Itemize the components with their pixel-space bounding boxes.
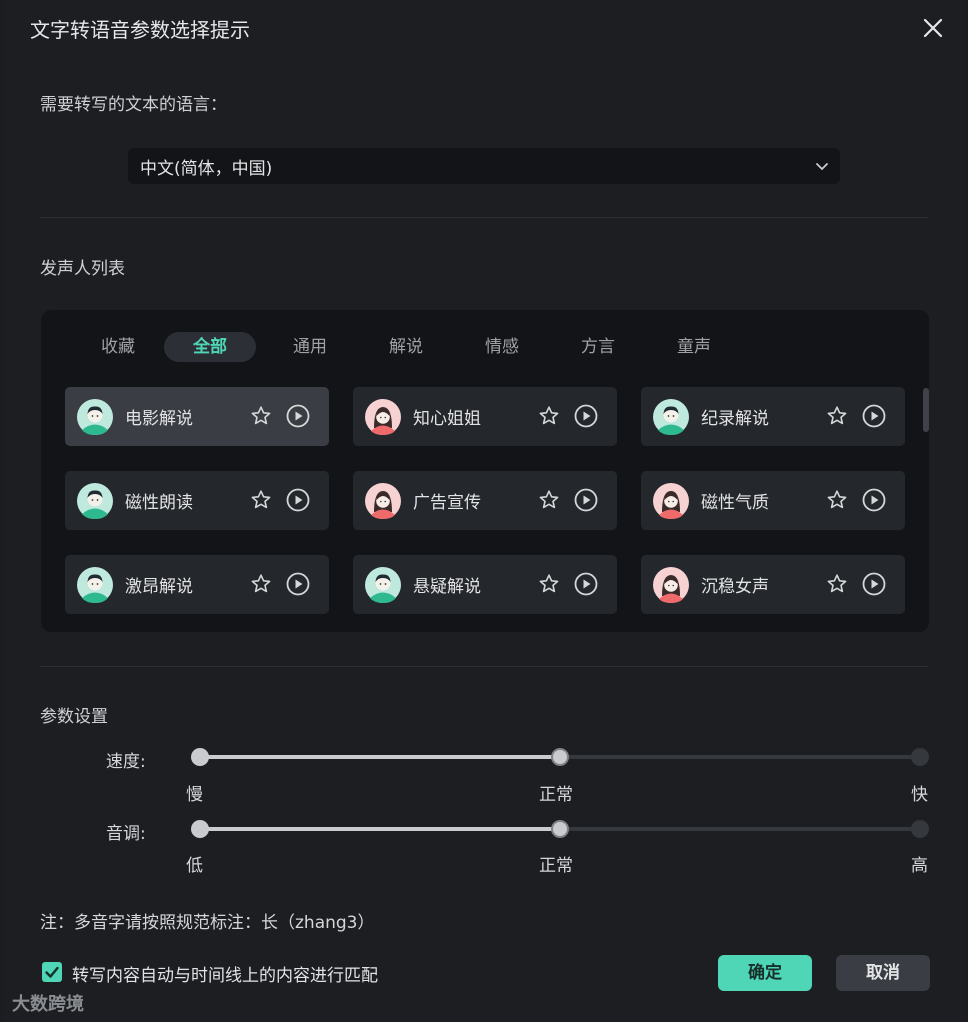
pitch-label: 音调: [106,824,146,844]
speed-mid-label: 正常 [539,785,573,805]
speaker-name: 磁性朗读 [125,493,193,513]
tab-all[interactable]: 全部 [164,332,256,362]
pitch-max-label: 高 [911,856,928,876]
speaker-name: 磁性气质 [701,493,769,513]
favorite-star-icon[interactable] [249,488,273,512]
speaker-name: 电影解说 [125,409,193,429]
speed-min-label: 慢 [186,785,203,805]
cancel-button[interactable]: 取消 [836,955,930,991]
speaker-card[interactable]: 磁性气质 [641,471,905,530]
speed-min-marker [191,748,209,766]
auto-match-label: 转写内容自动与时间线上的内容进行匹配 [72,966,378,986]
pitch-slider-handle[interactable] [551,820,569,838]
female-avatar-icon [653,567,689,603]
tab-emotion[interactable]: 情感 [479,332,525,362]
male-avatar-icon [77,483,113,519]
auto-match-checkbox[interactable] [42,962,62,982]
play-preview-icon[interactable] [861,403,887,429]
male-avatar-icon [653,399,689,435]
speaker-panel: 收藏 全部 通用 解说 情感 方言 童声 电影解说 知心姐姐 纪录解说磁性朗读 广告宣… [41,310,929,632]
speaker-card[interactable]: 知心姐姐 [353,387,617,446]
favorite-star-icon[interactable] [249,404,273,428]
pitch-min-marker [191,820,209,838]
speaker-card[interactable]: 广告宣传 [353,471,617,530]
speakers-label: 发声人列表 [40,259,125,279]
speaker-name: 知心姐姐 [413,409,481,429]
tts-params-dialog: 文字转语音参数选择提示 需要转写的文本的语言： 中文(简体，中国) 发声人列表 … [4,0,964,1022]
tab-favorites[interactable]: 收藏 [95,332,141,362]
play-preview-icon[interactable] [861,487,887,513]
speed-slider-handle[interactable] [551,748,569,766]
play-preview-icon[interactable] [285,487,311,513]
pitch-mid-label: 正常 [539,856,573,876]
speaker-card[interactable]: 沉稳女声 [641,555,905,614]
favorite-star-icon[interactable] [537,404,561,428]
speed-label: 速度: [106,752,146,772]
chevron-down-icon [816,163,828,171]
polyphone-note: 注：多音字请按照规范标注：长（zhang3） [40,913,375,933]
language-value: 中文(简体，中国) [140,158,273,179]
speaker-card[interactable]: 磁性朗读 [65,471,329,530]
favorite-star-icon[interactable] [537,488,561,512]
language-select[interactable]: 中文(简体，中国) [128,148,840,184]
speaker-name: 悬疑解说 [413,577,481,597]
female-avatar-icon [365,399,401,435]
play-preview-icon[interactable] [861,571,887,597]
params-label: 参数设置 [40,707,108,727]
speaker-list-scrollbar[interactable] [923,388,929,432]
close-icon [923,18,943,38]
divider [40,217,928,218]
female-avatar-icon [365,483,401,519]
favorite-star-icon[interactable] [825,488,849,512]
speaker-name: 纪录解说 [701,409,769,429]
pitch-max-marker [911,820,929,838]
speed-track-fill [200,755,560,759]
play-preview-icon[interactable] [573,487,599,513]
tab-general[interactable]: 通用 [287,332,333,362]
language-label: 需要转写的文本的语言： [40,95,227,115]
speaker-card[interactable]: 激昂解说 [65,555,329,614]
divider [40,666,928,667]
speed-max-label: 快 [911,785,928,805]
pitch-min-label: 低 [186,856,203,876]
confirm-button[interactable]: 确定 [718,955,812,991]
male-avatar-icon [77,567,113,603]
play-preview-icon[interactable] [285,571,311,597]
tab-narration[interactable]: 解说 [383,332,429,362]
speaker-card[interactable]: 悬疑解说 [353,555,617,614]
speaker-name: 激昂解说 [125,577,193,597]
favorite-star-icon[interactable] [249,572,273,596]
favorite-star-icon[interactable] [825,404,849,428]
male-avatar-icon [365,567,401,603]
speaker-card[interactable]: 电影解说 [65,387,329,446]
speaker-name: 广告宣传 [413,493,481,513]
speed-max-marker [911,748,929,766]
tab-dialect[interactable]: 方言 [575,332,621,362]
favorite-star-icon[interactable] [537,572,561,596]
play-preview-icon[interactable] [285,403,311,429]
speaker-card[interactable]: 纪录解说 [641,387,905,446]
play-preview-icon[interactable] [573,403,599,429]
speaker-name: 沉稳女声 [701,577,769,597]
pitch-track-fill [200,827,560,831]
play-preview-icon[interactable] [573,571,599,597]
tab-child-voice[interactable]: 童声 [671,332,717,362]
checkmark-icon [45,966,59,978]
close-button[interactable] [920,15,946,41]
dialog-title: 文字转语音参数选择提示 [30,18,250,42]
watermark-text: 大数跨境 [12,994,84,1015]
female-avatar-icon [653,483,689,519]
male-avatar-icon [77,399,113,435]
favorite-star-icon[interactable] [825,572,849,596]
